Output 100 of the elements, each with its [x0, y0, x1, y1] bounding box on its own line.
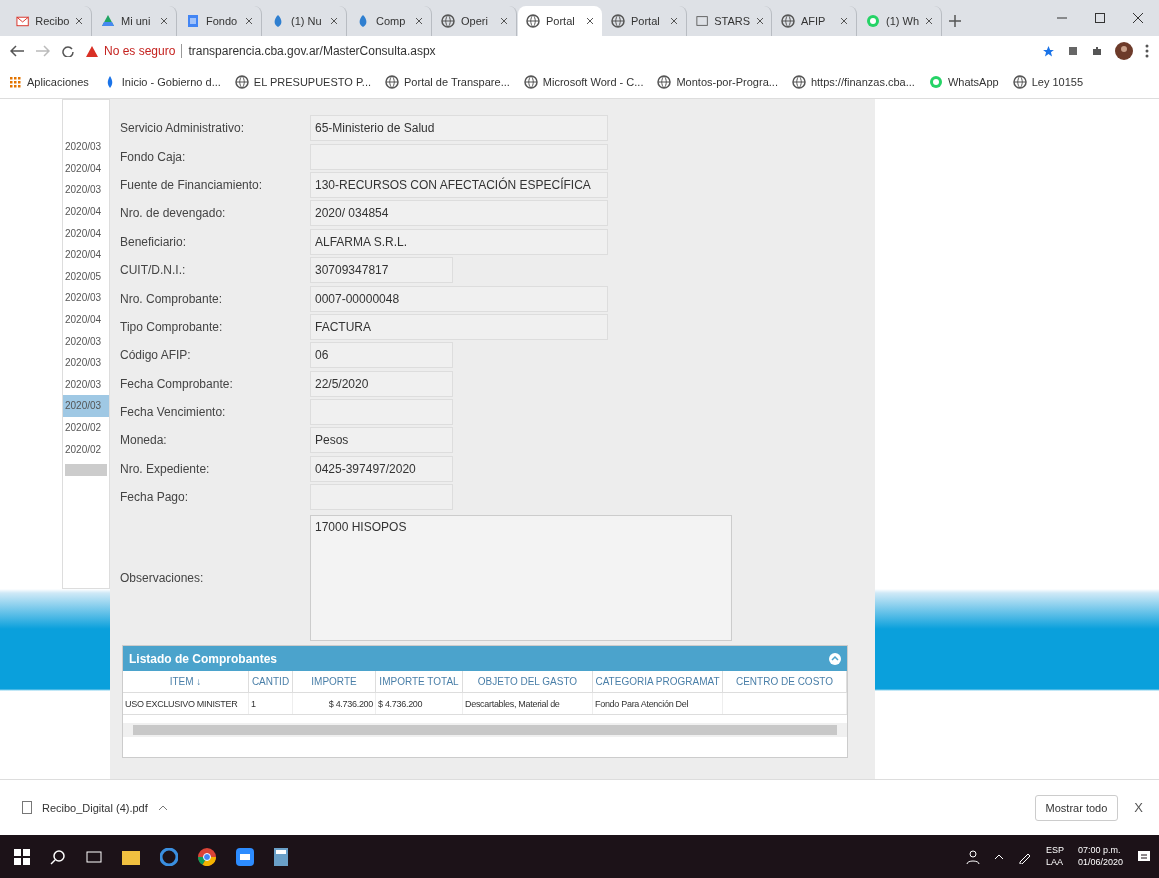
list-item[interactable]: 2020/04 — [63, 308, 109, 331]
layout-label[interactable]: LAA — [1045, 856, 1064, 869]
bookmark[interactable]: WhatsApp — [928, 75, 999, 89]
close-icon[interactable] — [415, 17, 423, 25]
text-area[interactable]: 17000 HISOPOS — [310, 515, 732, 642]
bookmark[interactable]: Microsoft Word - C... — [523, 75, 644, 89]
list-item[interactable]: 2020/03 — [63, 287, 109, 309]
close-icon[interactable] — [500, 17, 508, 25]
search-icon[interactable] — [50, 848, 66, 865]
puzzle-icon[interactable] — [1091, 45, 1103, 57]
column-header[interactable]: OBJETO DEL GASTO — [463, 671, 593, 693]
list-item[interactable]: 2020/03 — [63, 351, 109, 374]
list-item[interactable]: 2020/03 — [63, 136, 109, 158]
windows-icon[interactable] — [14, 848, 30, 865]
globe-icon — [781, 14, 795, 28]
warning-icon — [86, 45, 98, 57]
column-header[interactable]: CATEGORIA PROGRAMAT — [593, 671, 723, 693]
clock-time[interactable]: 07:00 p.m. — [1077, 844, 1123, 857]
scrollbar[interactable] — [65, 463, 107, 476]
extension-icon[interactable] — [1067, 45, 1079, 57]
plus-icon[interactable] — [949, 15, 961, 27]
input-field[interactable]: 130-RECURSOS CON AFECTACIÓN ESPECÍFICA — [310, 171, 608, 198]
collapse-icon[interactable] — [829, 652, 841, 665]
horizontal-scrollbar[interactable] — [123, 723, 847, 738]
close-icon[interactable] — [75, 17, 83, 25]
close-icon[interactable] — [756, 17, 763, 25]
list-item[interactable]: 2020/03 — [63, 395, 109, 417]
close-icon[interactable] — [925, 17, 933, 25]
avatar-icon[interactable] — [1115, 42, 1133, 60]
column-header[interactable]: CENTRO DE COSTO — [723, 671, 847, 693]
bookmark[interactable]: EL PRESUPUESTO P... — [234, 75, 371, 89]
field-label: Código AFIP: — [120, 348, 192, 363]
calculator-icon[interactable] — [274, 847, 288, 866]
list-item[interactable]: 2020/04 — [63, 243, 109, 266]
task-view-icon[interactable] — [86, 848, 102, 865]
input-field[interactable]: 65-Ministerio de Salud — [310, 115, 608, 142]
address-bar[interactable]: No es seguro transparencia.cba.gov.ar/MasterConsulta.aspx — [86, 39, 1030, 63]
list-item[interactable]: 2020/04 — [63, 222, 109, 244]
folder-icon[interactable] — [122, 848, 140, 865]
menu-icon[interactable] — [1145, 44, 1149, 58]
input-field[interactable]: 22/5/2020 — [310, 370, 453, 397]
input-field[interactable]: 06 — [310, 342, 453, 369]
bookmark[interactable]: https://finanzas.cba... — [791, 75, 915, 89]
list-item[interactable]: 2020/03 — [63, 330, 109, 352]
list-item[interactable]: 2020/03 — [63, 179, 109, 201]
input-field[interactable]: 0007-00000048 — [310, 285, 608, 312]
column-header[interactable]: ITEM ↓ — [123, 671, 249, 693]
bookmark[interactable]: Aplicaciones — [8, 75, 89, 89]
language-label[interactable]: ESP — [1045, 844, 1064, 857]
list-item[interactable]: 2020/04 — [63, 157, 109, 180]
reload-icon[interactable] — [62, 45, 74, 57]
input-field[interactable]: Pesos — [310, 427, 453, 454]
bookmark[interactable]: Portal de Transpare... — [385, 75, 510, 89]
field-label: Tipo Comprobante: — [120, 319, 224, 334]
column-header[interactable]: CANTID — [249, 671, 293, 693]
close-button[interactable]: X — [1128, 799, 1149, 816]
bookmark[interactable]: Inicio - Gobierno d... — [102, 75, 221, 89]
back-icon[interactable] — [10, 45, 24, 57]
document-icon — [186, 14, 200, 28]
globe-icon — [441, 14, 455, 28]
close-icon[interactable] — [670, 17, 678, 25]
notification-icon[interactable] — [1137, 849, 1151, 864]
chrome-icon[interactable] — [198, 847, 216, 866]
show-all-button[interactable]: Mostrar todo — [1034, 794, 1119, 821]
input-field[interactable]: 30709347817 — [310, 257, 453, 284]
browser-icon[interactable] — [160, 847, 178, 866]
field-label: Beneficiario: — [120, 234, 188, 249]
table-cell: $ 4.736.200 — [376, 693, 463, 715]
close-icon[interactable] — [840, 17, 848, 25]
column-header[interactable]: IMPORTE — [293, 671, 376, 693]
input-field[interactable]: ALFARMA S.R.L. — [310, 228, 608, 255]
close-icon[interactable] — [586, 17, 594, 25]
input-field[interactable]: 2020/ 034854 — [310, 200, 608, 227]
list-item[interactable]: 2020/04 — [63, 200, 109, 223]
close-icon[interactable] — [1133, 13, 1143, 23]
browser-tab[interactable]: Portal — [518, 6, 602, 36]
close-icon[interactable] — [330, 17, 338, 25]
maximize-icon[interactable] — [1095, 13, 1105, 23]
globe-icon — [523, 75, 538, 89]
caret-icon[interactable] — [157, 804, 168, 811]
download-item[interactable]: Recibo_Digital (4).pdf — [42, 801, 148, 814]
close-icon[interactable] — [245, 17, 253, 25]
close-icon[interactable] — [160, 17, 168, 25]
clock-date[interactable]: 01/06/2020 — [1077, 856, 1123, 869]
list-item[interactable]: 2020/03 — [63, 373, 109, 396]
input-field[interactable]: FACTURA — [310, 313, 608, 340]
file-icon — [22, 801, 32, 814]
caret-up-icon[interactable] — [993, 853, 1004, 860]
bookmark[interactable]: Montos-por-Progra... — [657, 75, 778, 89]
list-item[interactable]: 2020/05 — [63, 265, 109, 288]
input-field[interactable]: 0425-397497/2020 — [310, 455, 453, 482]
list-item[interactable]: 2020/02 — [63, 416, 109, 439]
star-icon[interactable] — [1042, 44, 1055, 58]
field-label: Nro. Comprobante: — [120, 291, 224, 306]
column-header[interactable]: IMPORTE TOTAL — [376, 671, 463, 693]
list-item[interactable]: 2020/02 — [63, 438, 109, 460]
bookmark[interactable]: Ley 10155 — [1012, 75, 1084, 89]
camera-icon[interactable] — [236, 847, 254, 866]
person-icon[interactable] — [965, 849, 980, 864]
field-label: Fuente de Financiamiento: — [120, 177, 264, 192]
